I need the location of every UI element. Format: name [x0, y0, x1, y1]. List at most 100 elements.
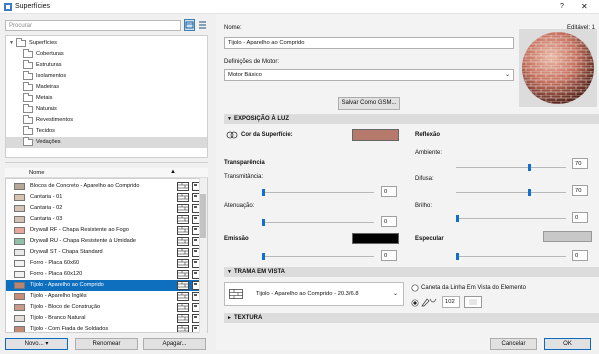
slider-knob[interactable] [262, 189, 265, 196]
list-item-label: Tijolo - Com Fiada de Soldados [30, 326, 109, 332]
emission-slider[interactable] [262, 253, 374, 260]
pen-number-input[interactable]: 102 [442, 296, 460, 308]
diffuse-value[interactable]: 70 [572, 185, 588, 196]
specular-color-swatch[interactable] [543, 231, 592, 242]
slider-knob[interactable] [528, 189, 531, 196]
tree-folder[interactable]: Madeiras [6, 82, 207, 93]
list-item[interactable]: Forro - Placa 60x60 [6, 258, 204, 269]
hatch-pattern-icon [177, 204, 189, 213]
list-item[interactable]: Drywall RU - Chapa Resistente à Umidade [6, 236, 204, 247]
section-texture-header[interactable]: TEXTURA [224, 313, 599, 323]
attenuation-slider[interactable] [262, 219, 374, 226]
list-item-label: Drywall RU - Chapa Resistente à Umidade [30, 238, 137, 244]
expand-caret-icon[interactable]: ▼ [9, 38, 14, 49]
search-input[interactable]: Procurar [5, 20, 181, 31]
ambient-value[interactable]: 70 [572, 158, 588, 169]
section-exposure-header[interactable]: EXPOSIÇÃO À LUZ [224, 114, 599, 124]
pen-color-swatch[interactable] [464, 296, 482, 308]
close-button[interactable]: ✕ [581, 2, 588, 11]
chevron-down-icon: ⌄ [505, 72, 510, 78]
list-item[interactable]: Drywall ST - Chapa Standard [6, 247, 204, 258]
diffuse-slider[interactable] [456, 189, 566, 196]
transmittance-value[interactable]: 0 [381, 186, 397, 197]
delete-button[interactable]: Apagar... [143, 338, 206, 350]
cancel-button[interactable]: Cancelar [490, 338, 537, 350]
list-item[interactable]: Cantaria - 03 [6, 214, 204, 225]
hatch-pattern-icon [177, 270, 189, 279]
hatch-name: Tijolo - Aparelho ao Comprido - 20.3/6.8 [256, 291, 359, 297]
tree-root-label: Superfícies [29, 40, 57, 46]
ok-button[interactable]: OK [544, 338, 591, 350]
specular-value[interactable]: 0 [572, 250, 588, 261]
list-item-label: Drywall RF - Chapa Resistente ao Fogo [30, 227, 129, 233]
list-header: Nome ▲ [5, 168, 208, 178]
radio-pen-element[interactable] [411, 284, 419, 292]
list-item-label: Cantaria - 01 [30, 194, 63, 200]
list-item-label: Blocos de Concreto - Aparelho ao Comprid… [30, 183, 140, 189]
list-item[interactable]: Tijolo - Bloco de Construção [6, 302, 204, 313]
column-name-header[interactable]: Nome [29, 170, 44, 176]
emission-value[interactable]: 0 [381, 250, 397, 261]
brightness-slider[interactable] [456, 215, 566, 222]
help-button[interactable]: ? [560, 3, 564, 10]
hatch-pattern-icon [177, 281, 189, 290]
save-gsm-button[interactable]: Salvar Como GSM... [338, 97, 400, 110]
engine-select-value: Motor Básico [228, 72, 262, 78]
slider-knob[interactable] [262, 253, 265, 260]
tree-folder[interactable]: Estruturas [6, 60, 207, 71]
emission-color-swatch[interactable] [352, 233, 399, 244]
hatch-picker[interactable]: Tijolo - Aparelho ao Comprido - 20.3/6.8… [224, 282, 404, 306]
folder-icon [23, 82, 33, 91]
dropdown-arrow-icon: ▾ [45, 341, 49, 347]
list-item[interactable]: Forro - Placa 60x120 [6, 269, 204, 280]
specular-slider[interactable] [456, 253, 566, 260]
surface-color-swatch[interactable] [352, 129, 399, 141]
ambient-slider[interactable] [456, 164, 566, 171]
tree-root[interactable]: ▼ Superfícies [6, 38, 207, 49]
slider-knob[interactable] [456, 215, 459, 222]
surface-color-swatch [14, 293, 25, 300]
surface-color-swatch [14, 326, 25, 332]
splitter[interactable] [5, 162, 208, 164]
list-item[interactable]: Blocos de Concreto - Aparelho ao Comprid… [6, 181, 204, 192]
hatch-pattern-icon [177, 182, 189, 191]
list-item-label: Drywall ST - Chapa Standard [30, 249, 103, 255]
list-item[interactable]: Cantaria - 02 [6, 203, 204, 214]
list-item-label: Forro - Placa 60x120 [30, 271, 83, 277]
slider-knob[interactable] [262, 219, 265, 226]
tree-folder[interactable]: Revestimentos [6, 115, 207, 126]
list-item[interactable]: Tijolo - Com Fiada de Soldados [6, 324, 204, 332]
slider-knob[interactable] [528, 164, 531, 171]
section-hatch-header[interactable]: TRAMA EM VISTA [224, 267, 599, 277]
list-item[interactable]: Tijolo - Branco Natural [6, 313, 204, 324]
details-view-icon[interactable] [198, 20, 207, 30]
hatch-pattern-icon [177, 237, 189, 246]
list-item[interactable]: Tijolo - Aparelho ao Comprido [6, 280, 204, 291]
sort-caret-icon[interactable]: ▲ [170, 169, 176, 175]
radio-pen-custom[interactable] [411, 299, 419, 307]
tree-folder[interactable]: Metais [6, 93, 207, 104]
slider-knob[interactable] [456, 253, 459, 260]
new-button[interactable]: Novo... ▾ [5, 338, 68, 350]
engine-select[interactable]: Motor Básico ⌄ [224, 69, 514, 81]
list-item[interactable]: Drywall RF - Chapa Resistente ao Fogo [6, 225, 204, 236]
tree-folder[interactable]: Coberturas [6, 49, 207, 60]
list-item[interactable]: Tijolo - Aparelho Inglês [6, 291, 204, 302]
tree-folder-label: Madeiras [36, 84, 60, 90]
attenuation-value[interactable]: 0 [381, 216, 397, 227]
tree-folder[interactable]: Isolamentos [6, 71, 207, 82]
tree-folder-selected[interactable]: Vedações [6, 137, 207, 148]
hatch-pattern-icon [177, 226, 189, 235]
list-scrollbar-thumb[interactable] [200, 194, 206, 238]
transmittance-slider[interactable] [262, 189, 374, 196]
rename-button[interactable]: Renomear [75, 338, 138, 350]
name-input[interactable]: Tijolo - Aparelho ao Comprido [224, 37, 514, 49]
list-view-icon[interactable] [184, 19, 195, 31]
brightness-value[interactable]: 0 [572, 212, 588, 223]
tree-folder[interactable]: Tecidos [6, 126, 207, 137]
tree-folder[interactable]: Naturais [6, 104, 207, 115]
list-item[interactable]: Cantaria - 01 [6, 192, 204, 203]
folder-icon [23, 71, 33, 80]
title-bar: Superfícies ? ✕ [0, 0, 599, 14]
folder-icon [23, 126, 33, 135]
